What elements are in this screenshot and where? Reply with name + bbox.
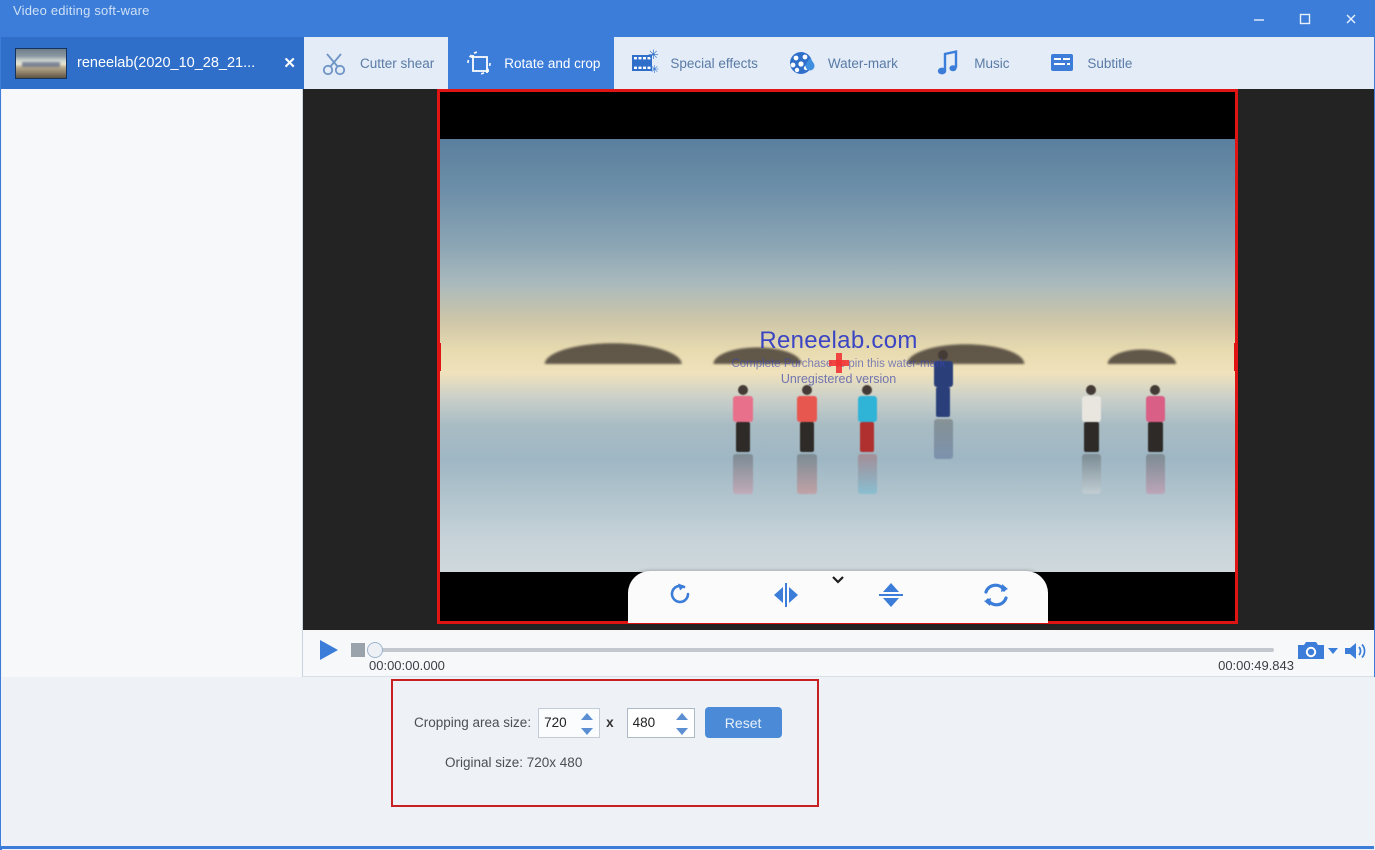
video-thumbnail: [15, 48, 67, 79]
crop-height-stepper[interactable]: [627, 708, 695, 738]
video-editor-window: Video editing soft-ware reneelab(2020_10…: [0, 0, 1375, 850]
person-figure: [858, 385, 877, 494]
tab-music[interactable]: Music: [912, 37, 1030, 89]
minimize-button[interactable]: [1236, 1, 1282, 37]
minimize-icon: [1252, 12, 1266, 26]
flip-horizontal-icon: [770, 581, 802, 614]
play-icon: [314, 636, 342, 664]
person-figure: [733, 385, 752, 494]
crop-width-arrows[interactable]: [581, 713, 594, 735]
title-bar: Video editing soft-ware: [1, 1, 1374, 37]
snapshot-button[interactable]: [1296, 638, 1326, 664]
file-tab[interactable]: reneelab(2020_10_28_21... ✕: [7, 37, 304, 89]
stepper-up-icon[interactable]: [581, 713, 593, 720]
flip-vertical-button[interactable]: [868, 577, 914, 617]
crop-width-input[interactable]: [539, 715, 581, 730]
seek-slider[interactable]: [375, 648, 1274, 652]
tab-special-effects[interactable]: ✳ ✳ Special effects: [614, 37, 772, 89]
window-bottom-accent: [1, 846, 1374, 849]
person-figure: [1146, 385, 1165, 494]
maximize-icon: [1298, 12, 1312, 26]
tab-subtitle[interactable]: Subtitle: [1030, 37, 1148, 89]
person-figure: [1082, 385, 1101, 494]
subtitle-icon: [1045, 46, 1079, 80]
volume-button[interactable]: [1342, 639, 1368, 663]
video-frame: [437, 89, 1238, 624]
scissors-icon: [318, 46, 352, 80]
rotate-tool-bar: [628, 571, 1048, 623]
person-figure: [934, 350, 953, 459]
tab-music-label: Music: [974, 56, 1009, 71]
video-image: [437, 139, 1238, 572]
snapshot-dropdown-caret-icon[interactable]: [1328, 648, 1338, 654]
flip-horizontal-button[interactable]: [763, 577, 809, 617]
seek-knob[interactable]: [367, 642, 383, 658]
music-note-icon: [932, 46, 966, 80]
stop-button[interactable]: [351, 643, 365, 657]
file-tab-label: reneelab(2020_10_28_21...: [77, 55, 275, 71]
rotate-reset-button[interactable]: [973, 577, 1019, 617]
window-controls: [1236, 1, 1374, 37]
file-list-panel: [2, 89, 303, 677]
tab-cutter-shear[interactable]: Cutter shear: [304, 37, 448, 89]
size-separator: x: [606, 715, 614, 730]
tab-rotate-and-crop-label: Rotate and crop: [504, 56, 600, 71]
tab-subtitle-label: Subtitle: [1087, 56, 1132, 71]
crop-height-input[interactable]: [628, 715, 670, 730]
tab-rotate-and-crop[interactable]: Rotate and crop: [448, 37, 614, 89]
cropping-size-group: Cropping area size: x Reset: [391, 679, 819, 807]
person-figure: [797, 385, 816, 494]
crop-options-panel: Cropping area size: x Reset: [2, 677, 1375, 850]
current-time-label: 00:00:00.000: [369, 658, 445, 673]
cropping-size-row: Cropping area size: x Reset: [414, 707, 782, 738]
video-preview-stage[interactable]: Reneelab.com Complete Purchase to pin th…: [303, 89, 1374, 630]
app-title: Video editing soft-ware: [13, 3, 213, 18]
stepper-down-icon[interactable]: [581, 728, 593, 735]
cropping-area-size-label: Cropping area size:: [414, 715, 531, 730]
crop-height-arrows[interactable]: [676, 713, 689, 735]
watermark-droplet-icon: [786, 46, 820, 80]
mode-toolbar: Cutter shear Rotate and crop: [304, 37, 1374, 89]
speaker-icon: [1342, 639, 1368, 663]
stepper-up-icon[interactable]: [676, 713, 688, 720]
svg-text:✳: ✳: [648, 48, 659, 63]
tab-toolbar-row: reneelab(2020_10_28_21... ✕ Cutter shear: [1, 37, 1374, 89]
play-button[interactable]: [314, 636, 342, 664]
original-size-label: Original size: 720x 480: [445, 755, 582, 770]
player-control-bar: 00:00:00.000 00:00:49.843: [303, 630, 1374, 677]
close-icon: [1344, 12, 1358, 26]
film-sparkle-icon: ✳ ✳: [628, 46, 662, 80]
horizon-mountains: [437, 330, 1238, 365]
tab-cutter-shear-label: Cutter shear: [360, 56, 434, 71]
reset-button[interactable]: Reset: [705, 707, 782, 738]
tab-special-effects-label: Special effects: [670, 56, 758, 71]
maximize-button[interactable]: [1282, 1, 1328, 37]
flip-vertical-icon: [877, 579, 905, 616]
close-button[interactable]: [1328, 1, 1374, 37]
tab-watermark[interactable]: Water-mark: [772, 37, 912, 89]
crop-width-stepper[interactable]: [538, 708, 600, 738]
total-time-label: 00:00:49.843: [1218, 658, 1294, 673]
chevron-down-icon[interactable]: [830, 573, 846, 585]
tab-watermark-label: Water-mark: [828, 56, 898, 71]
rotate-sync-icon: [980, 580, 1012, 615]
stepper-down-icon[interactable]: [676, 728, 688, 735]
rotate-cw-button[interactable]: [658, 577, 704, 617]
file-tab-close-icon[interactable]: ✕: [283, 54, 296, 72]
letterbox-top: [437, 89, 1238, 139]
crop-rotate-icon: [462, 46, 496, 80]
svg-text:✳: ✳: [650, 63, 659, 76]
rotate-cw-icon: [666, 580, 696, 615]
camera-icon: [1296, 638, 1326, 664]
